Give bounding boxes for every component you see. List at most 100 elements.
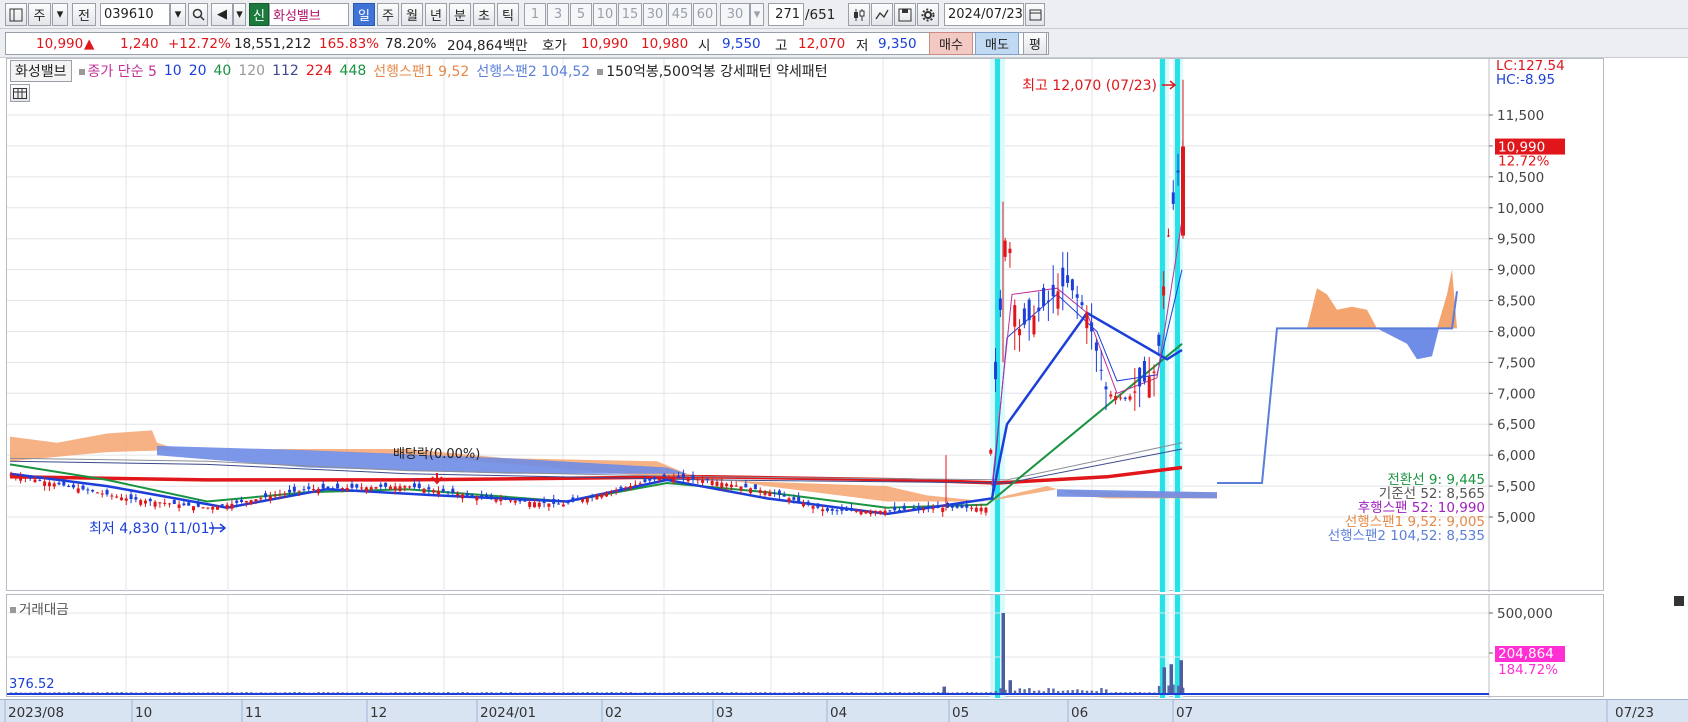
candle-body	[998, 298, 1002, 310]
date-input[interactable]: 2024/07/23	[944, 3, 1024, 26]
sound-icon[interactable]: ◀	[211, 3, 233, 26]
minute-15[interactable]: 15	[618, 3, 642, 26]
volume-bar	[408, 692, 412, 693]
period-day[interactable]: 일	[353, 3, 375, 26]
stock-name-field[interactable]: 화성밸브	[269, 3, 349, 26]
candle-body	[801, 503, 805, 507]
candle-body	[81, 485, 85, 490]
date-label: 02	[605, 705, 622, 721]
legend-ma-label: 종가 단순 5	[78, 61, 157, 81]
candle-body	[537, 502, 541, 507]
candle-body	[489, 494, 493, 499]
indicator-icon[interactable]	[871, 3, 893, 26]
volume-bar	[615, 692, 618, 693]
page-total: /651	[805, 6, 836, 23]
candle-body	[398, 486, 402, 491]
volume-bar	[72, 692, 75, 693]
volume-bar	[1148, 692, 1151, 693]
candle-body	[518, 500, 522, 502]
volume-title: 거래대금	[10, 598, 69, 618]
calendar-icon[interactable]	[1025, 3, 1045, 26]
high-label: 고	[775, 37, 788, 54]
candle-body	[129, 494, 133, 500]
period-minute[interactable]: 분	[449, 3, 471, 26]
legend-title[interactable]: 화성밸브	[10, 60, 72, 82]
volume-bar	[274, 692, 277, 693]
sell-button[interactable]: 매도	[975, 32, 1019, 55]
candle-body	[201, 507, 205, 509]
minute-60[interactable]: 60	[693, 3, 717, 26]
minute-30[interactable]: 30	[643, 3, 667, 26]
candle-body	[119, 497, 123, 501]
save-icon[interactable]	[894, 3, 916, 26]
market-select[interactable]: 주	[28, 3, 51, 26]
volume-bar	[379, 692, 383, 693]
volume-panel[interactable]: 500,000250,000204,864184.72%	[6, 594, 1604, 698]
candle-body	[422, 488, 426, 493]
date-axis[interactable]: 2023/08 10 11 12 2024/01 02 03 04 05 06 07 07/23	[0, 699, 1688, 722]
candle-body	[1109, 394, 1113, 397]
candle-body	[388, 486, 392, 490]
minute-5[interactable]: 5	[570, 3, 592, 26]
volume-bar	[807, 692, 810, 693]
volume-bar	[624, 692, 628, 693]
minute-1[interactable]: 1	[524, 3, 546, 26]
legend-ma-text: 종가 단순 5	[87, 64, 157, 80]
date-label: 12	[370, 705, 387, 721]
count-dropdown-icon[interactable]: ▾	[750, 3, 764, 26]
volume-highlight-band	[1175, 595, 1180, 698]
panel-collapse-icon[interactable]	[1674, 596, 1684, 606]
candle-body	[1142, 360, 1146, 382]
candle-body	[965, 504, 969, 508]
ichimoku-cloud-blue-recent	[1057, 489, 1217, 499]
prev-button[interactable]: 전	[72, 3, 96, 26]
eval-button[interactable]: 평	[1023, 32, 1047, 55]
candle-body	[499, 499, 503, 502]
volume-bar	[360, 692, 364, 693]
candle-body	[244, 501, 248, 503]
hoga-label: 호가	[542, 37, 567, 54]
volume-bar	[797, 692, 801, 693]
buy-button[interactable]: 매수	[929, 32, 973, 55]
volume-bar	[192, 692, 196, 693]
stock-code-input[interactable]: 039610	[100, 3, 170, 26]
volume-bar	[365, 692, 368, 693]
price-chart-panel[interactable]: 최고 12,070 (07/23) 최저 4,830 (11/01) 배당락(0.0…	[6, 58, 1604, 592]
candle-body	[1171, 192, 1175, 204]
volume-bar	[394, 692, 397, 693]
volume-bar	[1071, 690, 1074, 693]
minute-3[interactable]: 3	[547, 3, 569, 26]
candle-body	[532, 502, 536, 508]
candle-body	[427, 487, 431, 490]
volume-bar	[759, 692, 762, 693]
market-dropdown-icon[interactable]: ▾	[52, 3, 68, 26]
candle-body	[749, 488, 753, 494]
volume-bar	[552, 692, 556, 693]
period-week[interactable]: 주	[377, 3, 399, 26]
page-current-input[interactable]: 271	[768, 3, 804, 26]
count-select[interactable]: 30	[720, 3, 750, 26]
candle-type-icon[interactable]	[848, 3, 870, 26]
sound-dropdown-icon[interactable]: ▾	[233, 3, 246, 26]
code-dropdown-icon[interactable]: ▾	[170, 3, 186, 26]
candle-body	[629, 486, 633, 489]
table-toggle-icon[interactable]	[10, 84, 30, 102]
candle-body	[729, 484, 733, 488]
window-menu-icon[interactable]	[5, 3, 27, 26]
volume-bar	[77, 692, 80, 693]
candle-body	[1003, 240, 1007, 257]
search-icon[interactable]	[188, 3, 208, 26]
volume-bar	[591, 692, 594, 693]
minute-10[interactable]: 10	[593, 3, 617, 26]
candle-body	[57, 482, 61, 485]
period-month[interactable]: 월	[401, 3, 423, 26]
settings-icon[interactable]	[917, 3, 939, 26]
trade-amount: 204,864백만	[447, 37, 528, 54]
period-year[interactable]: 년	[425, 3, 447, 26]
minute-45[interactable]: 45	[668, 3, 692, 26]
period-tick[interactable]: 틱	[497, 3, 519, 26]
candle-body	[143, 500, 147, 504]
candle-body	[134, 497, 138, 500]
volume-bar	[96, 692, 99, 693]
period-second[interactable]: 초	[473, 3, 495, 26]
